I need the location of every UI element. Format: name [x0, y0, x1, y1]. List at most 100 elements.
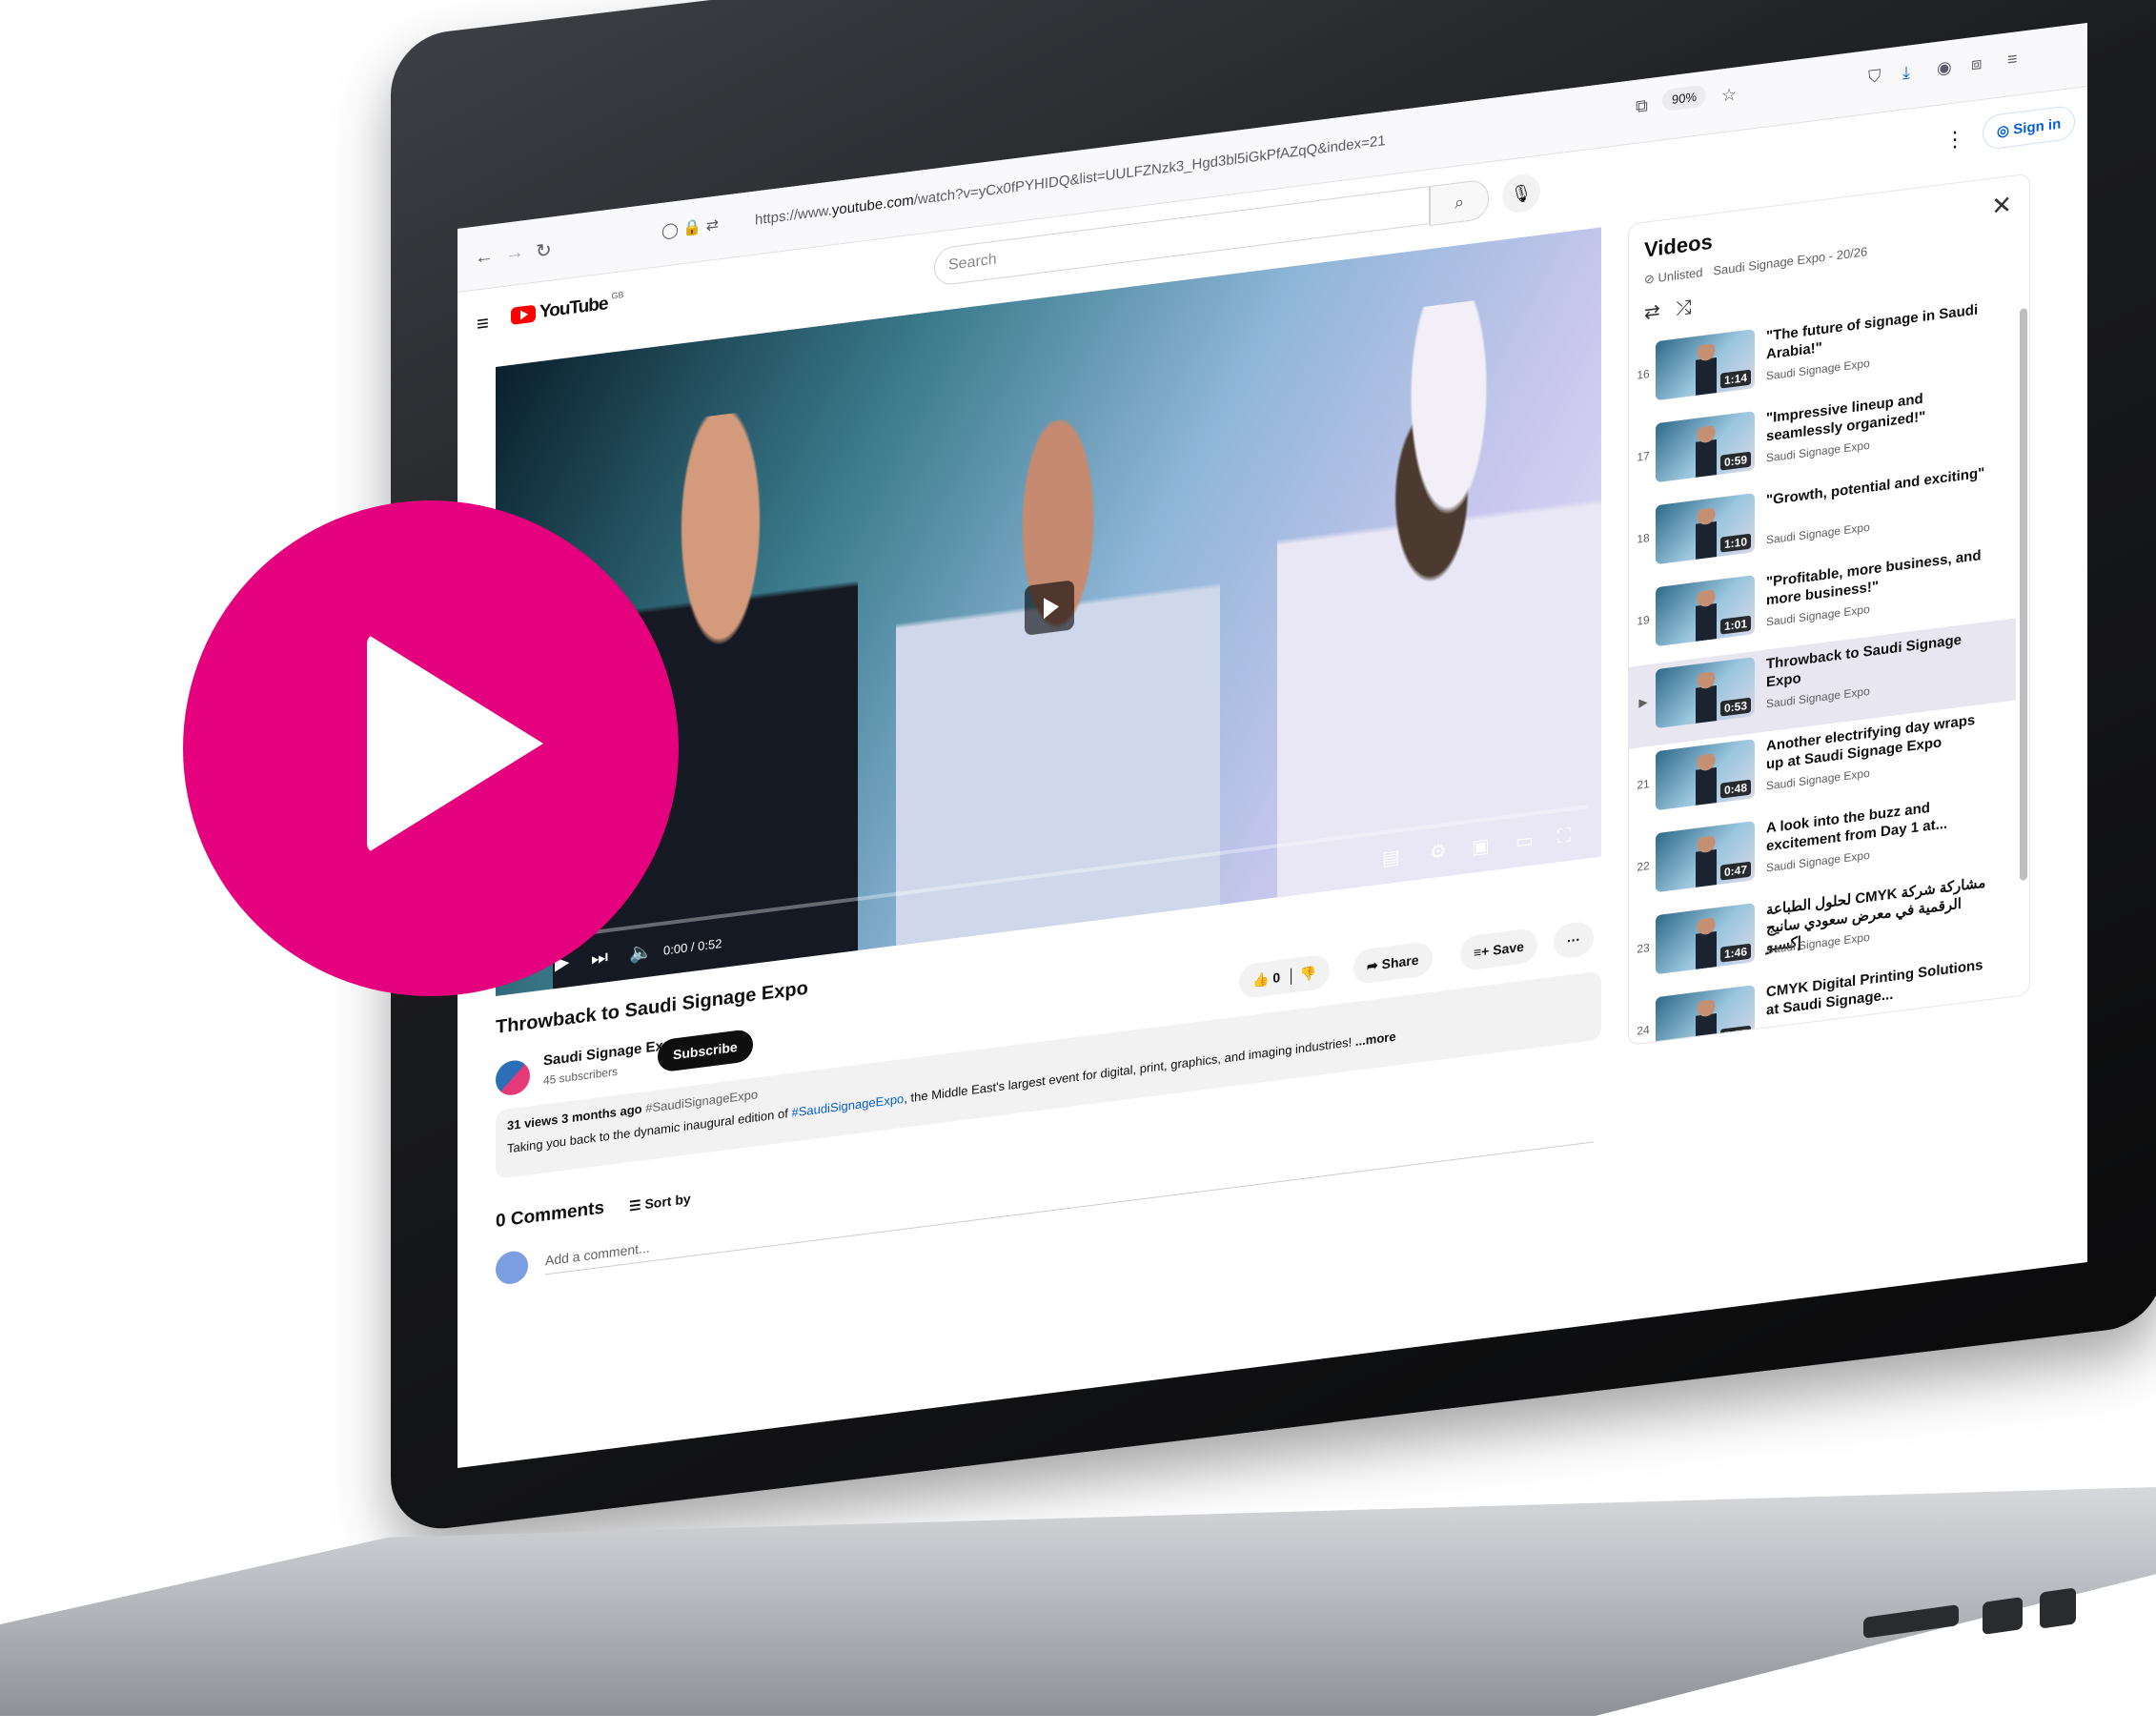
bookmark-star-icon[interactable]: ☆ — [1721, 84, 1737, 106]
video-frame-person — [896, 398, 1220, 996]
close-icon[interactable]: ✕ — [1991, 190, 2012, 222]
sort-by-button[interactable]: ☰ Sort by — [629, 1191, 691, 1214]
usb-port — [2040, 1587, 2076, 1629]
hashtag-link[interactable]: #SaudiSignageExpo — [791, 1091, 904, 1120]
region-code: GB — [611, 289, 624, 301]
sign-in-button[interactable]: ◎ Sign in — [1983, 104, 2076, 151]
playlist-item-index: 18 — [1637, 531, 1650, 546]
video-thumbnail[interactable]: 0:48 — [1656, 739, 1755, 811]
avatar — [496, 1249, 528, 1286]
video-duration: 1:01 — [1719, 615, 1751, 635]
playlist-item-index: 16 — [1637, 367, 1650, 382]
download-icon[interactable]: ⤓ — [1902, 62, 1910, 83]
video-thumbnail[interactable]: 1:14 — [1656, 329, 1755, 401]
play-overlay-icon[interactable] — [1025, 580, 1074, 636]
shuffle-icon[interactable]: ⤮ — [1676, 296, 1691, 319]
loop-icon[interactable]: ⇄ — [1644, 301, 1660, 324]
channel-avatar[interactable] — [496, 1058, 530, 1097]
app-menu-icon[interactable]: ≡ — [2007, 49, 2018, 70]
like-count: 0 — [1272, 969, 1281, 986]
playlist-controls: ⇄ ⤮ — [1644, 295, 1691, 324]
playlist-item-index: 22 — [1637, 859, 1650, 874]
thumbnail-figure — [1696, 999, 1717, 1046]
usb-port — [1983, 1597, 2023, 1635]
video-duration: 0:53 — [1719, 697, 1751, 717]
thumbs-up-icon: 👍 — [1252, 970, 1270, 989]
show-more-link[interactable]: ...more — [1355, 1030, 1396, 1049]
microphone-icon[interactable]: 🎙 — [1502, 172, 1540, 215]
lock-icon: ◯ 🔒 ⇄ — [661, 216, 720, 240]
share-label: Share — [1381, 951, 1419, 972]
thumbs-down-icon[interactable]: 👎 — [1300, 965, 1316, 982]
subtitles-icon[interactable]: ▤ — [1382, 845, 1400, 870]
video-duration: 1:10 — [1719, 533, 1751, 553]
comments-heading: 0 Comments — [496, 1197, 605, 1232]
next-icon[interactable]: ⏭ — [591, 947, 608, 970]
scrollbar[interactable] — [2020, 307, 2027, 881]
playlist-item-index: ▶ — [1638, 695, 1648, 710]
forward-icon[interactable]: → — [505, 241, 524, 266]
more-actions-button[interactable]: ··· — [1554, 920, 1594, 960]
video-duration: 1:14 — [1719, 369, 1751, 389]
playlist-item-index: 23 — [1637, 941, 1650, 956]
video-duration: 1:46 — [1719, 943, 1751, 963]
video-thumbnail[interactable]: 7:57 — [1656, 985, 1755, 1046]
play-triangle-icon — [367, 634, 543, 853]
zoom-level[interactable]: 90% — [1662, 84, 1707, 112]
playlist-items: 16 1:14 "The future of signage in Saudi Ar… — [1629, 290, 2016, 1046]
video-duration: 0:47 — [1719, 861, 1751, 881]
search-icon[interactable]: ⌕ — [1430, 178, 1489, 227]
picture-in-picture-icon[interactable]: ⧉ — [1636, 95, 1648, 117]
video-thumbnail[interactable]: 1:10 — [1656, 493, 1755, 565]
thumbnail-figure — [1696, 835, 1717, 887]
video-thumbnail[interactable]: 0:47 — [1656, 821, 1755, 893]
thumbnail-figure — [1696, 917, 1717, 969]
sign-in-label: Sign in — [2013, 115, 2062, 138]
subscriber-count: 45 subscribers — [543, 1064, 619, 1088]
guide-menu-icon[interactable]: ≡ — [477, 311, 489, 337]
video-duration: 7:57 — [1719, 1025, 1751, 1045]
reload-icon[interactable]: ↻ — [536, 238, 552, 264]
playlist-item-title[interactable]: "The future of signage in Saudi Arabia!" — [1766, 298, 1995, 363]
save-button[interactable]: ≡+ Save — [1460, 927, 1537, 972]
video-thumbnail[interactable]: 0:59 — [1656, 411, 1755, 483]
video-thumbnail[interactable]: 1:46 — [1656, 903, 1755, 975]
video-player[interactable]: ⏮ ▶ ⏭ 🔈 0:00 / 0:52 ▤ ⚙ ▣ ▭ ⛶ — [496, 227, 1601, 996]
save-label: Save — [1493, 938, 1524, 958]
sort-icon: ☰ — [629, 1196, 641, 1214]
unlisted-icon: ⊘ — [1644, 271, 1655, 287]
thumbnail-figure — [1696, 753, 1717, 806]
playlist-item-index: 19 — [1637, 613, 1650, 628]
playlist-item-index: 24 — [1637, 1023, 1650, 1038]
theater-mode-icon[interactable]: ▭ — [1515, 827, 1534, 853]
thumbnail-figure — [1696, 507, 1717, 560]
fullscreen-icon[interactable]: ⛶ — [1557, 825, 1571, 848]
share-icon: ➦ — [1367, 956, 1378, 974]
playlist-item-index: 21 — [1637, 777, 1650, 792]
volume-icon[interactable]: 🔈 — [629, 939, 653, 966]
playlist-item-channel: Saudi Signage Expo — [1766, 520, 1870, 547]
youtube-logo[interactable]: YouTube GB — [511, 289, 624, 327]
pocket-icon[interactable]: ⛉ — [1868, 66, 1881, 88]
video-thumbnail[interactable]: 1:01 — [1656, 575, 1755, 647]
thumbnail-figure — [1696, 671, 1717, 724]
youtube-wordmark: YouTube — [539, 294, 608, 323]
playlist-title[interactable]: Videos — [1644, 230, 1713, 263]
extensions-icon[interactable]: ⧈ — [1971, 53, 1982, 74]
laptop-base — [0, 1487, 2156, 1716]
subscribe-button[interactable]: Subscribe — [658, 1028, 753, 1073]
like-button[interactable]: 👍 0 │ 👎 — [1239, 953, 1330, 1000]
account-icon[interactable]: ◉ — [1937, 57, 1952, 79]
playlist-item-index: 17 — [1637, 449, 1650, 464]
miniplayer-icon[interactable]: ▣ — [1472, 833, 1490, 859]
thumbnail-figure — [1696, 425, 1717, 478]
settings-more-icon[interactable]: ⋮ — [1944, 126, 1965, 153]
video-thumbnail[interactable]: 0:53 — [1656, 657, 1755, 729]
share-button[interactable]: ➦ Share — [1353, 940, 1433, 986]
youtube-play-logo-icon — [511, 304, 536, 325]
settings-gear-icon[interactable]: ⚙ — [1430, 839, 1447, 865]
back-icon[interactable]: ← — [475, 245, 494, 270]
playlist-panel: Videos ✕ ⊘ Unlisted Saudi Signage Expo -… — [1628, 173, 2030, 1046]
video-duration: 0:59 — [1719, 451, 1751, 471]
save-playlist-icon: ≡+ — [1474, 943, 1490, 961]
